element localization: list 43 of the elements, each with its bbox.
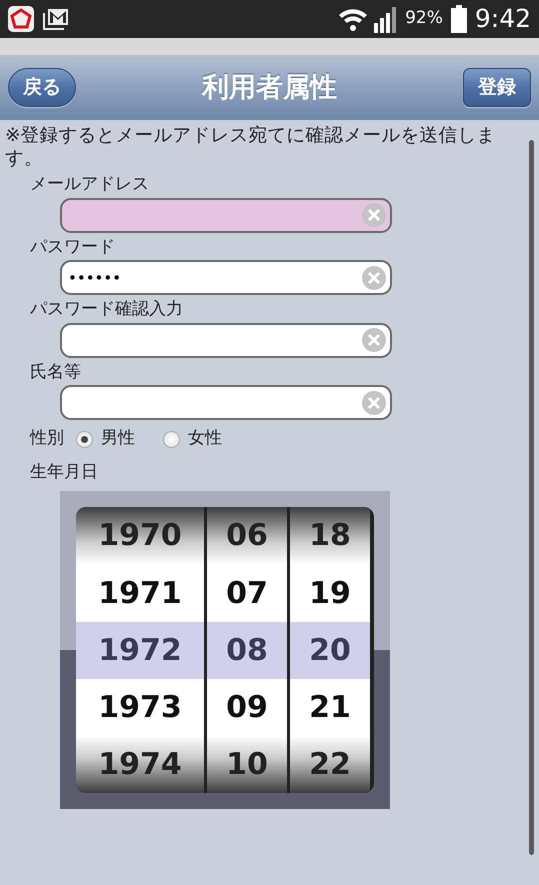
picker-item[interactable]: 20	[290, 622, 370, 679]
clock: 9:42	[474, 3, 531, 36]
clear-icon[interactable]	[362, 266, 386, 290]
field-label: 氏名等	[30, 360, 82, 384]
app-icon	[8, 6, 34, 32]
battery-percentage: 92%	[405, 7, 443, 30]
back-button[interactable]: 戻る	[8, 68, 76, 107]
field-label: 生年月日	[30, 460, 99, 484]
picker-item[interactable]: 18	[290, 507, 370, 564]
input-field[interactable]	[60, 322, 392, 358]
field-label: メールアドレス	[30, 173, 150, 196]
picker-item[interactable]: 21	[290, 678, 370, 736]
clear-icon[interactable]	[362, 203, 386, 228]
input-field[interactable]	[60, 198, 392, 233]
register-button[interactable]: 登録	[463, 68, 531, 107]
picker-item[interactable]: 10	[207, 736, 287, 794]
clear-icon[interactable]	[362, 390, 386, 415]
field-label: パスワード確認入力	[30, 298, 184, 322]
picker-item[interactable]: 1974	[76, 736, 204, 794]
radio-button[interactable]	[163, 430, 180, 448]
field-label: パスワード	[30, 236, 116, 259]
picker-item[interactable]: 06	[207, 507, 287, 564]
input-field[interactable]	[60, 385, 392, 420]
mail-icon	[42, 7, 70, 31]
radio-label: 男性	[101, 427, 135, 450]
input-field[interactable]: ••••••	[60, 260, 392, 296]
battery-icon	[450, 5, 467, 33]
field-label: 性別	[30, 427, 64, 450]
page-title: 利用者属性	[202, 71, 337, 105]
notice-text: ※登録するとメールアドレス宛てに確認メールを送信します。	[5, 124, 497, 170]
picker-item[interactable]: 09	[207, 678, 287, 736]
picker-item[interactable]: 1973	[76, 678, 204, 736]
picker-item[interactable]: 22	[290, 736, 370, 794]
picker-item[interactable]: 08	[207, 622, 287, 679]
clear-icon[interactable]	[362, 328, 386, 352]
picker-item[interactable]: 1970	[76, 507, 204, 564]
radio-label: 女性	[188, 427, 222, 450]
radio-button[interactable]	[76, 430, 93, 448]
picker-item[interactable]: 19	[290, 564, 370, 622]
picker-item[interactable]: 1971	[76, 564, 204, 622]
picker-item[interactable]: 1972	[76, 622, 204, 679]
date-picker[interactable]: 1970 1971 1972 1973 1974 06 07 08 09 10 18 19 20 21 22	[60, 491, 390, 810]
picker-item[interactable]: 07	[207, 564, 287, 622]
